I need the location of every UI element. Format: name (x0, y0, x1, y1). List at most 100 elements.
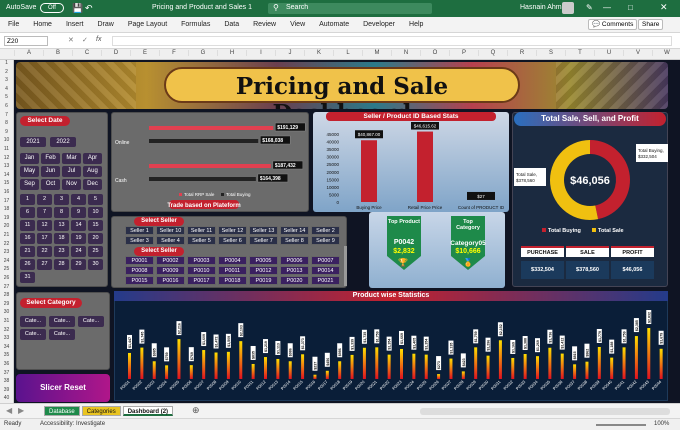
row-header[interactable]: 25 (0, 266, 13, 272)
row-header[interactable]: 12 (0, 155, 13, 161)
column-header[interactable]: E (130, 50, 159, 56)
horizontal-scrollbar[interactable] (420, 408, 670, 415)
column-header[interactable]: A (14, 50, 43, 56)
row-header[interactable]: 39 (0, 387, 13, 393)
category-item[interactable]: Cate... (49, 316, 75, 327)
row-header[interactable]: 40 (0, 395, 13, 401)
sheet-tab-database[interactable]: Database (44, 406, 80, 416)
row-header[interactable]: 1 (0, 60, 13, 66)
column-header[interactable]: K (304, 50, 333, 56)
day-4[interactable]: 4 (71, 194, 86, 205)
ribbon-tab-automate[interactable]: Automate (319, 21, 349, 28)
column-header[interactable]: P (449, 50, 478, 56)
seller-item[interactable]: Seller 11 (187, 226, 216, 235)
row-header[interactable]: 17 (0, 198, 13, 204)
year-2022[interactable]: 2022 (50, 137, 76, 147)
day-29[interactable]: 29 (71, 259, 86, 270)
column-header[interactable]: B (43, 50, 72, 56)
ribbon-tab-review[interactable]: Review (253, 21, 276, 28)
row-header[interactable]: 16 (0, 189, 13, 195)
column-header[interactable]: J (275, 50, 304, 56)
product-item[interactable]: P0005 (249, 256, 278, 265)
row-header[interactable]: 7 (0, 112, 13, 118)
zoom-level[interactable]: 100% (654, 421, 669, 427)
row-header[interactable]: 15 (0, 180, 13, 186)
day-6[interactable]: 6 (20, 207, 35, 218)
ribbon-tab-insert[interactable]: Insert (66, 21, 84, 28)
category-item[interactable]: Cate... (49, 329, 75, 340)
product-item[interactable]: P0014 (311, 266, 340, 275)
column-header[interactable]: H (217, 50, 246, 56)
row-header[interactable]: 27 (0, 284, 13, 290)
product-scrollbar[interactable] (344, 246, 347, 286)
day-26[interactable]: 26 (20, 259, 35, 270)
column-header[interactable]: C (72, 50, 101, 56)
seller-item[interactable]: Seller 8 (280, 236, 309, 245)
day-9[interactable]: 9 (71, 207, 86, 218)
row-header[interactable]: 14 (0, 172, 13, 178)
row-header[interactable]: 22 (0, 241, 13, 247)
row-header[interactable]: 33 (0, 335, 13, 341)
row-header[interactable]: 26 (0, 275, 13, 281)
product-item[interactable]: P0003 (187, 256, 216, 265)
column-header[interactable]: I (246, 50, 275, 56)
column-header[interactable]: N (391, 50, 420, 56)
product-item[interactable]: P0008 (125, 266, 154, 275)
product-item[interactable]: P0018 (218, 276, 247, 285)
day-22[interactable]: 22 (37, 246, 52, 257)
undo-icon[interactable]: ↶ (85, 3, 93, 14)
month-nov[interactable]: Nov (62, 179, 81, 190)
column-header[interactable]: L (333, 50, 362, 56)
day-11[interactable]: 11 (20, 220, 35, 231)
month-jan[interactable]: Jan (20, 153, 39, 164)
ribbon-tab-file[interactable]: File (8, 21, 19, 28)
row-header[interactable]: 24 (0, 258, 13, 264)
day-19[interactable]: 19 (71, 233, 86, 244)
product-item[interactable]: P0020 (280, 276, 309, 285)
product-item[interactable]: P0001 (125, 256, 154, 265)
year-2021[interactable]: 2021 (20, 137, 46, 147)
month-oct[interactable]: Oct (41, 179, 60, 190)
day-10[interactable]: 10 (88, 207, 103, 218)
row-header[interactable]: 38 (0, 378, 13, 384)
day-30[interactable]: 30 (88, 259, 103, 270)
row-header[interactable]: 36 (0, 361, 13, 367)
accessibility-status[interactable]: Accessibility: Investigate (40, 421, 105, 427)
seller-item[interactable]: Seller 1 (125, 226, 154, 235)
day-2[interactable]: 2 (37, 194, 52, 205)
cancel-icon[interactable]: ✕ (68, 36, 74, 44)
row-header[interactable]: 6 (0, 103, 13, 109)
product-item[interactable]: P0015 (125, 276, 154, 285)
month-jun[interactable]: Jun (41, 166, 60, 177)
day-14[interactable]: 14 (71, 220, 86, 231)
row-header[interactable]: 32 (0, 327, 13, 333)
sheet-tab-dashboard-2-[interactable]: Dashboard (2) (122, 406, 174, 416)
day-28[interactable]: 28 (54, 259, 69, 270)
name-box[interactable]: Z20 (4, 36, 48, 46)
seller-item[interactable]: Seller 13 (249, 226, 278, 235)
day-5[interactable]: 5 (88, 194, 103, 205)
row-header[interactable]: 37 (0, 370, 13, 376)
row-header[interactable]: 8 (0, 120, 13, 126)
minimize-icon[interactable]: — (603, 3, 611, 12)
day-25[interactable]: 25 (88, 246, 103, 257)
product-item[interactable]: P0021 (311, 276, 340, 285)
category-item[interactable]: Cate... (20, 316, 46, 327)
day-16[interactable]: 16 (20, 233, 35, 244)
month-sep[interactable]: Sep (20, 179, 39, 190)
column-header[interactable]: S (536, 50, 565, 56)
month-aug[interactable]: Aug (83, 166, 102, 177)
file-name[interactable]: Pricing and Product and Sales 1 (152, 4, 252, 11)
product-item[interactable]: P0002 (156, 256, 185, 265)
category-item[interactable]: Cate... (20, 329, 46, 340)
row-header[interactable]: 5 (0, 94, 13, 100)
seller-item[interactable]: Seller 5 (187, 236, 216, 245)
prev-sheet-icon[interactable]: ◀ (6, 406, 12, 415)
month-may[interactable]: May (20, 166, 39, 177)
ribbon-tab-formulas[interactable]: Formulas (181, 21, 210, 28)
row-header[interactable]: 35 (0, 352, 13, 358)
product-item[interactable]: P0013 (280, 266, 309, 275)
row-header[interactable]: 18 (0, 206, 13, 212)
product-item[interactable]: P0007 (311, 256, 340, 265)
row-header[interactable]: 9 (0, 129, 13, 135)
